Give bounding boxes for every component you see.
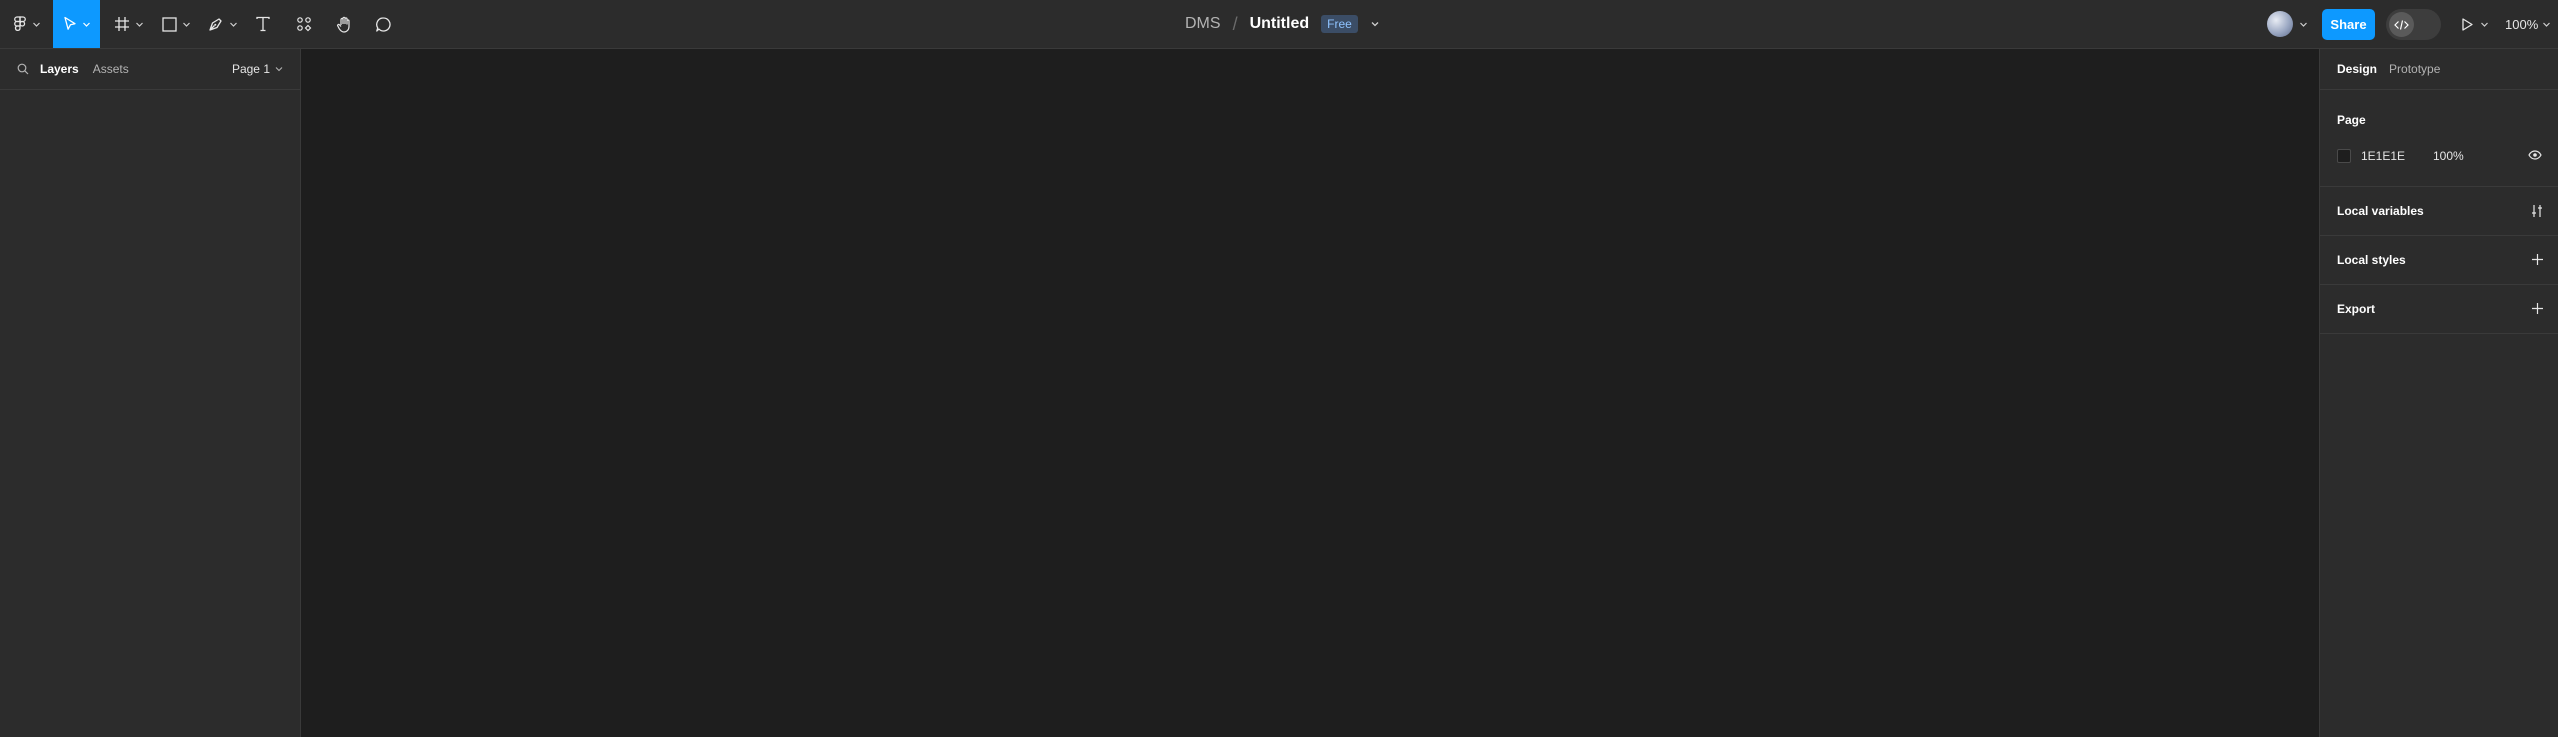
dev-mode-toggle[interactable] xyxy=(2386,9,2441,40)
resources-tool-button[interactable] xyxy=(291,0,317,48)
chevron-down-icon xyxy=(2481,22,2488,27)
breadcrumb-separator: / xyxy=(1232,13,1238,34)
toolbar: DMS / Untitled Free Share 100% xyxy=(0,0,2558,49)
layers-panel-header: Layers Assets Page 1 xyxy=(0,49,300,90)
page-section: Page 1E1E1E 100% xyxy=(2320,90,2558,187)
background-opacity-value[interactable]: 100% xyxy=(2433,149,2464,163)
main-menu-button[interactable] xyxy=(10,0,44,48)
comment-bubble-icon xyxy=(375,16,391,32)
properties-panel: Design Prototype Page 1E1E1E 100% Local … xyxy=(2319,49,2558,737)
page-selector-label: Page 1 xyxy=(231,62,270,76)
share-button[interactable]: Share xyxy=(2322,9,2375,40)
tab-design[interactable]: Design xyxy=(2337,62,2377,76)
background-color-swatch[interactable] xyxy=(2337,149,2351,163)
plan-badge: Free xyxy=(1321,15,1358,33)
move-tool-button[interactable] xyxy=(53,0,100,48)
local-variables-label: Local variables xyxy=(2337,204,2424,218)
zoom-menu[interactable]: 100% xyxy=(2505,0,2551,48)
chevron-down-icon xyxy=(136,22,143,27)
hand-tool-button[interactable] xyxy=(331,0,357,48)
local-variables-section[interactable]: Local variables xyxy=(2320,187,2558,236)
local-styles-label: Local styles xyxy=(2337,253,2406,267)
dev-mode-knob xyxy=(2389,12,2414,37)
background-hex-value[interactable]: 1E1E1E xyxy=(2361,149,2405,163)
search-icon[interactable] xyxy=(17,63,29,75)
code-brackets-icon xyxy=(2394,19,2409,30)
plus-icon[interactable] xyxy=(2531,253,2544,266)
text-tool-button[interactable] xyxy=(250,0,276,48)
tab-layers[interactable]: Layers xyxy=(40,62,79,76)
chevron-down-icon xyxy=(82,22,90,27)
file-title-area: DMS / Untitled Free xyxy=(1185,0,1380,48)
text-t-icon xyxy=(256,16,270,32)
chevron-down-icon xyxy=(33,22,40,27)
file-menu-chevron-icon[interactable] xyxy=(1370,19,1380,29)
page-selector[interactable]: Page 1 xyxy=(232,62,283,76)
properties-panel-header: Design Prototype xyxy=(2320,49,2558,90)
zoom-level: 100% xyxy=(2505,16,2539,32)
frame-tool-button[interactable] xyxy=(111,0,147,48)
tab-prototype[interactable]: Prototype xyxy=(2389,62,2440,76)
hand-icon xyxy=(336,16,350,33)
frame-hash-icon xyxy=(115,17,129,31)
figma-logo-icon xyxy=(14,16,26,31)
layers-panel: Layers Assets Page 1 xyxy=(0,49,301,737)
pen-tool-button[interactable] xyxy=(205,0,241,48)
chevron-down-icon xyxy=(2543,22,2551,27)
file-name[interactable]: Untitled xyxy=(1250,15,1310,33)
user-menu[interactable] xyxy=(2267,11,2308,37)
pen-nib-icon xyxy=(209,18,222,31)
export-label: Export xyxy=(2337,302,2376,316)
eye-icon[interactable] xyxy=(2528,148,2542,162)
chevron-down-icon xyxy=(275,67,283,72)
export-section[interactable]: Export xyxy=(2320,285,2558,334)
present-button[interactable] xyxy=(2460,0,2489,48)
chevron-down-icon xyxy=(182,22,190,27)
canvas[interactable] xyxy=(301,49,2319,737)
chevron-down-icon xyxy=(230,22,237,27)
rectangle-icon xyxy=(161,16,177,32)
components-grid-icon xyxy=(297,17,312,32)
local-styles-section[interactable]: Local styles xyxy=(2320,236,2558,285)
variables-adjust-icon[interactable] xyxy=(2530,204,2544,218)
comment-tool-button[interactable] xyxy=(370,0,396,48)
page-section-title: Page xyxy=(2337,113,2366,127)
page-background-row: 1E1E1E 100% xyxy=(2337,146,2542,166)
cursor-arrow-icon xyxy=(63,16,76,30)
play-icon xyxy=(2462,17,2473,31)
chevron-down-icon xyxy=(2300,22,2307,27)
plus-icon[interactable] xyxy=(2531,302,2544,315)
project-name[interactable]: DMS xyxy=(1185,15,1221,33)
tab-assets[interactable]: Assets xyxy=(93,62,129,76)
avatar[interactable] xyxy=(2267,11,2293,37)
shape-tool-button[interactable] xyxy=(158,0,194,48)
